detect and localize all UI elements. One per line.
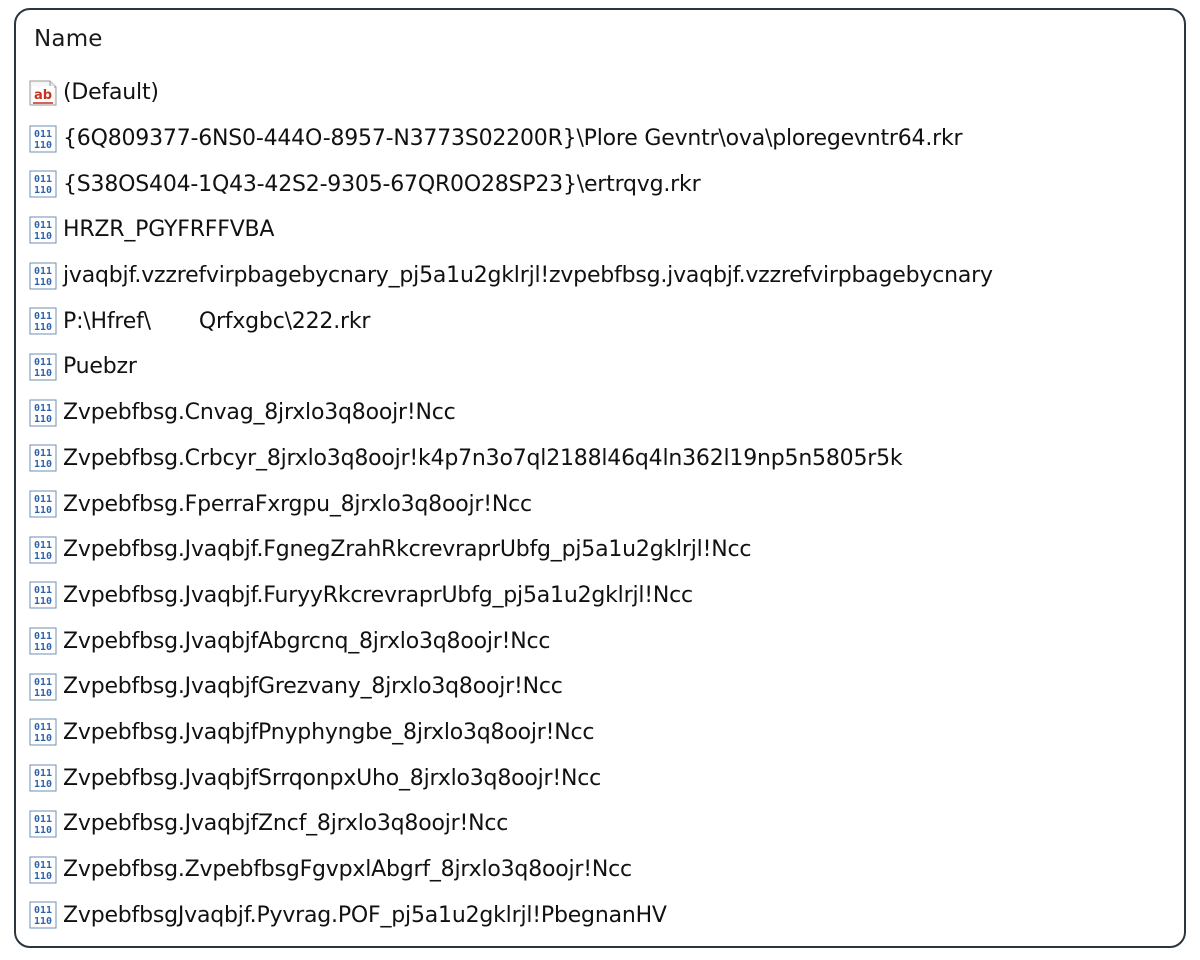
list-item[interactable]: 011 110 HRZR_PGYFRFFVBA — [28, 207, 1174, 253]
svg-text:110: 110 — [34, 779, 52, 790]
value-name: (Default) — [63, 80, 159, 106]
svg-text:110: 110 — [34, 185, 52, 196]
value-name: Zvpebfbsg.Jvaqbjf.FuryyRkcrevraprUbfg_pj… — [63, 582, 693, 608]
binary-value-icon: 011 110 — [28, 215, 58, 245]
list-item[interactable]: 011 110 Zvpebfbsg.ZvpebfbsgFgvpxlAbgrf_8… — [28, 847, 1174, 893]
binary-value-icon: 011 110 — [28, 809, 58, 839]
binary-value-icon: 011 110 — [28, 398, 58, 428]
svg-text:011: 011 — [34, 905, 52, 916]
value-name-suffix: Qrfxgbc\222.rkr — [198, 308, 371, 334]
svg-text:011: 011 — [34, 266, 52, 277]
svg-text:110: 110 — [34, 825, 52, 836]
binary-value-icon: 011 110 — [28, 489, 58, 519]
registry-values-list: Name ab (Default) 011 110 {6Q809377-6NS0… — [14, 8, 1186, 948]
list-item[interactable]: 011 110 Zvpebfbsg.JvaqbjfPnyphyngbe_8jrx… — [28, 710, 1174, 756]
list-item[interactable]: 011 110 Zvpebfbsg.Crbcyr_8jrxlo3q8oojr!k… — [28, 436, 1174, 482]
value-name: {S38OS404-1Q43-42S2-9305-67QR0O28SP23}\e… — [63, 171, 701, 197]
svg-text:011: 011 — [34, 311, 52, 322]
binary-value-icon: 011 110 — [28, 717, 58, 747]
svg-text:011: 011 — [34, 768, 52, 779]
value-name: Zvpebfbsg.Jvaqbjf.FgnegZrahRkcrevraprUbf… — [63, 537, 752, 563]
svg-text:011: 011 — [34, 540, 52, 551]
list-item[interactable]: 011 110 Puebzr — [28, 344, 1174, 390]
svg-text:011: 011 — [34, 129, 52, 140]
svg-text:110: 110 — [34, 231, 52, 242]
svg-text:011: 011 — [34, 585, 52, 596]
redaction — [150, 311, 199, 332]
svg-text:110: 110 — [34, 551, 52, 562]
binary-value-icon: 011 110 — [28, 535, 58, 565]
list-item[interactable]: 011 110 jvaqbjf.vzzrefvirpbagebycnary_pj… — [28, 253, 1174, 299]
value-name: Zvpebfbsg.JvaqbjfGrezvany_8jrxlo3q8oojr!… — [63, 674, 563, 700]
list-item[interactable]: 011 110 Zvpebfbsg.Jvaqbjf.FuryyRkcrevrap… — [28, 573, 1174, 619]
binary-value-icon: 011 110 — [28, 306, 58, 336]
list-item[interactable]: 011 110 {S38OS404-1Q43-42S2-9305-67QR0O2… — [28, 161, 1174, 207]
binary-value-icon: 011 110 — [28, 672, 58, 702]
svg-text:110: 110 — [34, 414, 52, 425]
value-name: Puebzr — [63, 354, 137, 380]
svg-text:011: 011 — [34, 814, 52, 825]
svg-text:110: 110 — [34, 596, 52, 607]
value-name: Zvpebfbsg.JvaqbjfZncf_8jrxlo3q8oojr!Ncc — [63, 811, 509, 837]
svg-text:110: 110 — [34, 459, 52, 470]
svg-text:011: 011 — [34, 174, 52, 185]
value-name: Zvpebfbsg.ZvpebfbsgFgvpxlAbgrf_8jrxlo3q8… — [63, 857, 632, 883]
svg-text:110: 110 — [34, 505, 52, 516]
list-item[interactable]: 011 110 Zvpebfbsg.JvaqbjfGrezvany_8jrxlo… — [28, 664, 1174, 710]
svg-text:110: 110 — [34, 368, 52, 379]
list-item[interactable]: 011 110 P:\Hfref\ Qrfxgbc\222.rkr — [28, 298, 1174, 344]
svg-text:011: 011 — [34, 722, 52, 733]
list-item[interactable]: 011 110 Zvpebfbsg.FperraFxrgpu_8jrxlo3q8… — [28, 481, 1174, 527]
svg-text:011: 011 — [34, 448, 52, 459]
svg-text:011: 011 — [34, 677, 52, 688]
value-name: Zvpebfbsg.JvaqbjfAbgrcnq_8jrxlo3q8oojr!N… — [63, 628, 551, 654]
svg-text:110: 110 — [34, 916, 52, 927]
name-column-header[interactable]: Name — [34, 26, 103, 52]
svg-text:110: 110 — [34, 733, 52, 744]
svg-text:110: 110 — [34, 871, 52, 882]
values-list: ab (Default) 011 110 {6Q809377-6NS0-444O… — [28, 70, 1174, 938]
value-name: Zvpebfbsg.Crbcyr_8jrxlo3q8oojr!k4p7n3o7q… — [63, 445, 903, 471]
value-name-prefix: P:\Hfref\ — [63, 308, 151, 334]
list-item[interactable]: 011 110 Zvpebfbsg.JvaqbjfZncf_8jrxlo3q8o… — [28, 801, 1174, 847]
value-name: {6Q809377-6NS0-444O-8957-N3773S02200R}\P… — [63, 126, 963, 152]
svg-text:011: 011 — [34, 494, 52, 505]
binary-value-icon: 011 110 — [28, 900, 58, 930]
binary-value-icon: 011 110 — [28, 855, 58, 885]
string-value-icon: ab — [28, 78, 58, 108]
binary-value-icon: 011 110 — [28, 124, 58, 154]
list-item[interactable]: 011 110 Zvpebfbsg.JvaqbjfAbgrcnq_8jrxlo3… — [28, 618, 1174, 664]
binary-value-icon: 011 110 — [28, 443, 58, 473]
list-item[interactable]: 011 110 {6Q809377-6NS0-444O-8957-N3773S0… — [28, 116, 1174, 162]
value-name: Zvpebfbsg.JvaqbjfSrrqonpxUho_8jrxlo3q8oo… — [63, 765, 602, 791]
binary-value-icon: 011 110 — [28, 580, 58, 610]
list-item[interactable]: 011 110 Zvpebfbsg.Jvaqbjf.FgnegZrahRkcre… — [28, 527, 1174, 573]
svg-text:110: 110 — [34, 140, 52, 151]
value-name: Zvpebfbsg.JvaqbjfPnyphyngbe_8jrxlo3q8ooj… — [63, 719, 595, 745]
svg-text:011: 011 — [34, 220, 52, 231]
list-item[interactable]: ab (Default) — [28, 70, 1174, 116]
list-item[interactable]: 011 110 ZvpebfbsgJvaqbjf.Pyvrag.POF_pj5a… — [28, 892, 1174, 938]
svg-text:011: 011 — [34, 860, 52, 871]
svg-text:110: 110 — [34, 322, 52, 333]
binary-value-icon: 011 110 — [28, 763, 58, 793]
svg-text:011: 011 — [34, 631, 52, 642]
value-name: ZvpebfbsgJvaqbjf.Pyvrag.POF_pj5a1u2gklrj… — [63, 902, 667, 928]
svg-text:ab: ab — [34, 88, 52, 103]
list-item[interactable]: 011 110 Zvpebfbsg.Cnvag_8jrxlo3q8oojr!Nc… — [28, 390, 1174, 436]
svg-text:110: 110 — [34, 642, 52, 653]
value-name: jvaqbjf.vzzrefvirpbagebycnary_pj5a1u2gkl… — [63, 263, 993, 289]
list-item[interactable]: 011 110 Zvpebfbsg.JvaqbjfSrrqonpxUho_8jr… — [28, 755, 1174, 801]
svg-text:011: 011 — [34, 403, 52, 414]
value-name: HRZR_PGYFRFFVBA — [63, 217, 275, 243]
value-name: Zvpebfbsg.FperraFxrgpu_8jrxlo3q8oojr!Ncc — [63, 491, 532, 517]
binary-value-icon: 011 110 — [28, 261, 58, 291]
svg-text:011: 011 — [34, 357, 52, 368]
value-name: Zvpebfbsg.Cnvag_8jrxlo3q8oojr!Ncc — [63, 400, 456, 426]
binary-value-icon: 011 110 — [28, 626, 58, 656]
svg-text:110: 110 — [34, 277, 52, 288]
svg-text:110: 110 — [34, 688, 52, 699]
binary-value-icon: 011 110 — [28, 169, 58, 199]
binary-value-icon: 011 110 — [28, 352, 58, 382]
